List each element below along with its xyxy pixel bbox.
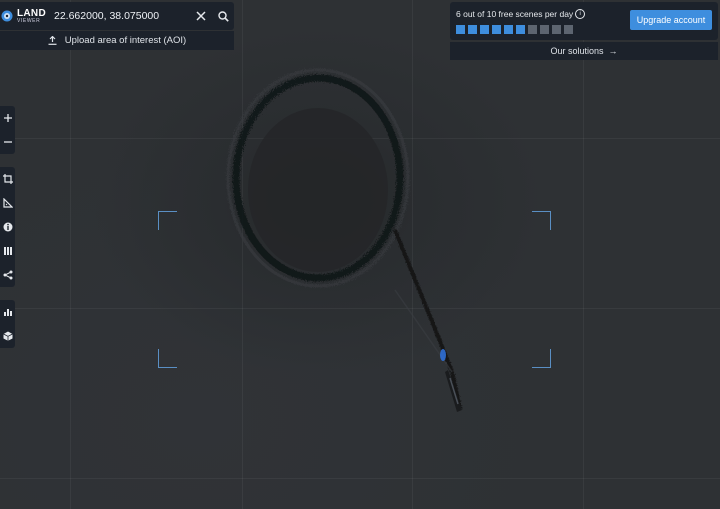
logo-main-text: LAND <box>17 7 46 19</box>
quota-block-free <box>528 25 537 34</box>
quota-block-used <box>504 25 513 34</box>
map-tools <box>0 167 15 287</box>
quota-panel: 6 out of 10 free scenes per day i Upgrad… <box>450 2 718 40</box>
analysis-tools <box>0 300 15 348</box>
quota-block-used <box>480 25 489 34</box>
satellite-map[interactable] <box>0 0 720 509</box>
share-icon <box>3 270 12 280</box>
aoi-corner-marker <box>158 211 177 230</box>
quota-block-free <box>564 25 573 34</box>
ship-wake <box>226 68 462 412</box>
clear-button[interactable] <box>190 5 212 27</box>
quota-text-row: 6 out of 10 free scenes per day i <box>456 9 586 19</box>
upload-icon <box>48 36 57 45</box>
quota-block-used <box>516 25 525 34</box>
upload-aoi-button[interactable]: Upload area of interest (AOI) <box>0 31 234 50</box>
zoom-in-button[interactable] <box>0 106 15 130</box>
analytics-button[interactable] <box>0 300 15 324</box>
search-button[interactable] <box>212 5 234 27</box>
crop-button[interactable] <box>0 167 15 191</box>
info-button[interactable] <box>0 215 15 239</box>
measure-button[interactable] <box>0 191 15 215</box>
quota-text: 6 out of 10 free scenes per day <box>456 9 574 19</box>
logo-sub-text: VIEWER <box>17 17 41 24</box>
search-input[interactable]: 22.662000, 38.075000 <box>54 10 190 22</box>
aoi-corner-marker <box>158 349 177 368</box>
quota-block-used <box>492 25 501 34</box>
arrow-right-icon: → <box>608 46 618 56</box>
zoom-out-button[interactable] <box>0 130 15 154</box>
info-icon[interactable]: i <box>575 9 586 19</box>
quota-progress <box>456 25 576 34</box>
measure-icon <box>2 198 13 208</box>
upload-aoi-label: Upload area of interest (AOI) <box>64 35 187 46</box>
our-solutions-label: Our solutions <box>550 46 604 56</box>
aoi-corner-marker <box>532 349 551 368</box>
quota-block-free <box>552 25 561 34</box>
info-icon <box>3 222 12 232</box>
app-logo[interactable]: LAND VIEWER <box>0 2 46 30</box>
zoom-in-icon <box>3 114 12 122</box>
search-icon <box>217 10 229 22</box>
analytics-icon <box>3 309 12 316</box>
quota-block-used <box>468 25 477 34</box>
logo-icon <box>1 10 13 22</box>
zoom-out-icon <box>3 141 12 143</box>
3d-view-button[interactable] <box>0 324 15 348</box>
zoom-controls <box>0 106 15 154</box>
share-button[interactable] <box>0 263 15 287</box>
close-icon <box>196 11 206 21</box>
our-solutions-link[interactable]: Our solutions → <box>450 42 718 60</box>
upgrade-account-button[interactable]: Upgrade account <box>630 10 712 30</box>
search-bar: LAND VIEWER 22.662000, 38.075000 <box>0 2 234 30</box>
3d-cube-icon <box>2 331 13 341</box>
quota-block-used <box>456 25 465 34</box>
library-button[interactable] <box>0 239 15 263</box>
aoi-corner-marker <box>532 211 551 230</box>
crop-icon <box>2 174 13 184</box>
library-icon <box>3 247 12 255</box>
quota-block-free <box>540 25 549 34</box>
